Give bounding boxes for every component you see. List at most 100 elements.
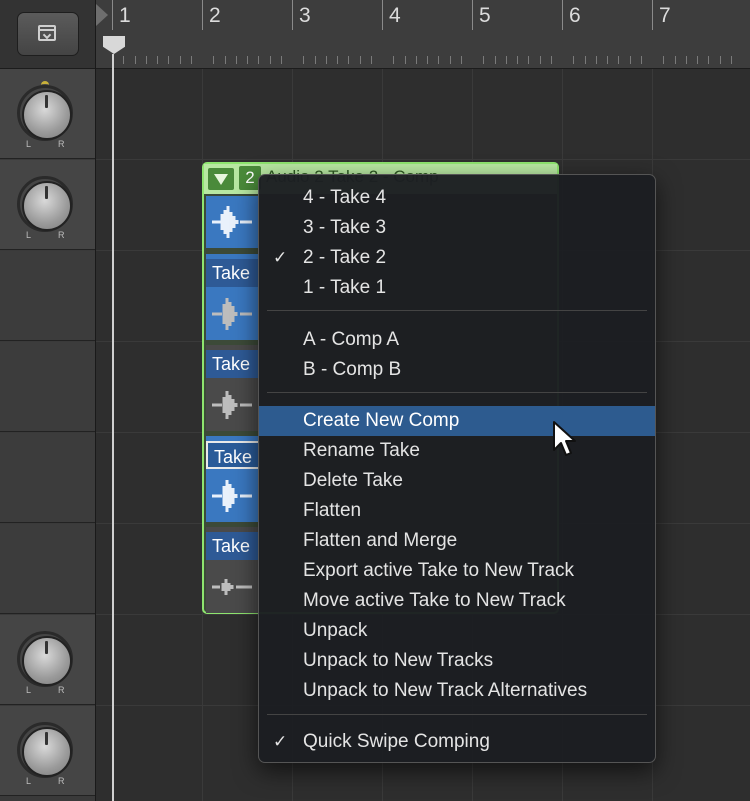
take-lane-header-1[interactable] [0, 251, 95, 341]
pan-knob[interactable] [22, 636, 72, 686]
checkmark-icon: ✓ [273, 732, 288, 751]
menu-item-unpack[interactable]: Unpack [259, 616, 655, 646]
menu-item-rename-take[interactable]: Rename Take [259, 436, 655, 466]
track-header-3[interactable]: L R [0, 615, 95, 705]
menu-item-label: Quick Swipe Comping [303, 731, 490, 752]
ruler-tick [584, 56, 586, 64]
menu-item-delete-take[interactable]: Delete Take [259, 466, 655, 496]
menu-item-label: Unpack to New Track Alternatives [303, 680, 588, 701]
knob-indicator [45, 95, 48, 108]
ruler-tick [213, 56, 215, 64]
playhead-line [112, 54, 114, 801]
ruler-tick [157, 56, 158, 64]
ruler-tick [494, 56, 496, 64]
menu-item-label: A - Comp A [303, 329, 400, 350]
bar-number: 7 [659, 4, 671, 27]
waveform-icon [212, 391, 252, 419]
knob-indicator [45, 186, 48, 199]
take-lane-header-3[interactable] [0, 433, 95, 523]
bar-number: 2 [209, 4, 221, 27]
ruler-tick [719, 56, 721, 64]
ruler-tick [528, 56, 530, 64]
bar-number: 1 [119, 4, 131, 27]
menu-item-flatten[interactable]: Flatten [259, 496, 655, 526]
waveform-icon [212, 480, 252, 512]
bar-ruler[interactable]: 1 2 3 4 5 6 7 [96, 0, 750, 69]
take-lane-header-4[interactable] [0, 524, 95, 614]
disclosure-triangle-icon[interactable] [208, 168, 234, 190]
ruler-tick [629, 56, 631, 64]
menu-item-take-2[interactable]: ✓ 2 - Take 2 [259, 243, 655, 273]
pan-label-right: R [58, 685, 65, 695]
take-context-menu: 4 - Take 4 3 - Take 3 ✓ 2 - Take 2 1 - Ta… [258, 174, 656, 763]
ruler-tick [404, 56, 406, 64]
menu-item-quick-swipe-comping[interactable]: ✓ Quick Swipe Comping [259, 727, 655, 757]
take-label: Take [206, 441, 260, 469]
menu-separator [267, 714, 647, 715]
take-lane[interactable]: Take [206, 436, 260, 522]
menu-item-label: B - Comp B [303, 359, 402, 380]
ruler-tick [134, 56, 136, 64]
pan-knob[interactable] [22, 727, 72, 777]
menu-item-take-4[interactable]: 4 - Take 4 [259, 183, 655, 213]
pan-label-right: R [58, 139, 65, 149]
menu-separator [267, 310, 647, 311]
checkmark-icon: ✓ [273, 248, 288, 267]
menu-item-label: Flatten [303, 500, 362, 521]
ruler-tick [697, 56, 698, 64]
ruler-tick [235, 56, 237, 64]
menu-item-label: Unpack to New Tracks [303, 650, 494, 671]
pan-label-right: R [58, 776, 65, 786]
take-lane[interactable]: Take [206, 345, 260, 431]
pan-knob[interactable] [22, 90, 72, 140]
take-lane-header-2[interactable] [0, 342, 95, 432]
ruler-tick [269, 56, 271, 64]
ruler-tick [370, 56, 372, 64]
ruler-tick [247, 56, 248, 64]
track-header-4[interactable]: L R [0, 706, 95, 796]
ruler-tick [573, 56, 575, 64]
bar-number: 3 [299, 4, 311, 27]
ruler-tick [663, 56, 665, 64]
pan-label-left: L [26, 230, 32, 240]
ruler-tick [280, 56, 282, 64]
ruler-tick [550, 56, 552, 64]
menu-item-move-take[interactable]: Move active Take to New Track [259, 586, 655, 616]
menu-item-label: Delete Take [303, 470, 403, 491]
menu-item-label: Move active Take to New Track [303, 590, 566, 611]
ruler-tick [607, 56, 608, 64]
comp-lane[interactable] [206, 196, 258, 248]
track-header-1[interactable]: L R [0, 69, 95, 159]
ruler-tick [685, 56, 687, 64]
collapse-tracks-button[interactable] [17, 12, 79, 56]
menu-item-comp-b[interactable]: B - Comp B [259, 355, 655, 385]
menu-item-flatten-and-merge[interactable]: Flatten and Merge [259, 526, 655, 556]
ruler-tick [415, 56, 417, 64]
take-lane[interactable]: Take [206, 254, 260, 340]
menu-item-take-3[interactable]: 3 - Take 3 [259, 213, 655, 243]
bar-number: 4 [389, 4, 401, 27]
ruler-tick [224, 56, 226, 64]
track-header-2[interactable]: L R [0, 160, 95, 250]
ruler-tick [337, 56, 338, 64]
menu-item-take-1[interactable]: 1 - Take 1 [259, 273, 655, 303]
ruler-tick [314, 56, 316, 64]
cycle-start-marker[interactable] [96, 4, 108, 26]
menu-item-label: 4 - Take 4 [303, 187, 387, 208]
menu-item-export-take[interactable]: Export active Take to New Track [259, 556, 655, 586]
waveform-icon [212, 206, 252, 238]
take-lane[interactable]: Take [206, 527, 260, 613]
waveform-icon [212, 579, 252, 595]
menu-item-create-new-comp[interactable]: Create New Comp [259, 406, 655, 436]
ruler-tick [427, 56, 428, 64]
menu-item-comp-a[interactable]: A - Comp A [259, 325, 655, 355]
ruler-tick [483, 56, 485, 64]
ruler-tick [640, 56, 642, 64]
ruler-tick [438, 56, 440, 64]
ruler-tick [517, 56, 518, 64]
menu-item-unpack-new-tracks[interactable]: Unpack to New Tracks [259, 646, 655, 676]
pan-knob[interactable] [22, 181, 72, 231]
menu-item-unpack-alternatives[interactable]: Unpack to New Track Alternatives [259, 676, 655, 706]
ruler-tick [618, 56, 620, 64]
bar-number: 5 [479, 4, 491, 27]
